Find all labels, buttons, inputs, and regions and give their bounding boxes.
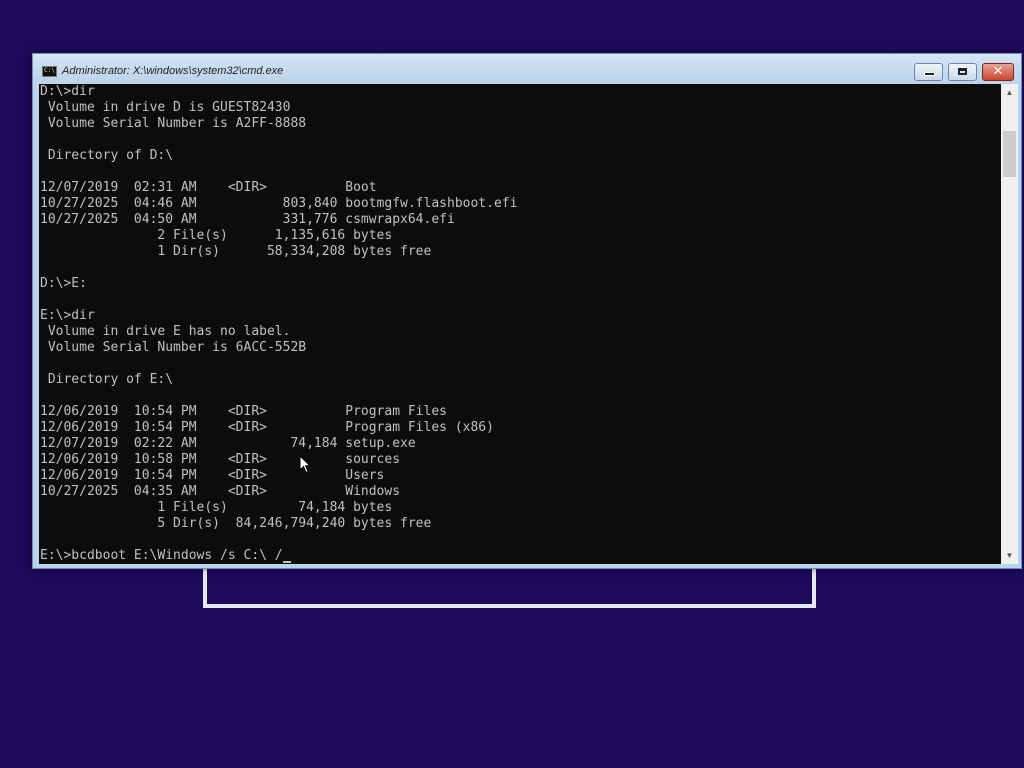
console-line: Directory of E:\ bbox=[40, 372, 174, 387]
console-line: 2 File(s) 1,135,616 bytes bbox=[40, 228, 393, 243]
scroll-thumb[interactable] bbox=[1003, 131, 1016, 177]
console-line: Directory of D:\ bbox=[40, 148, 174, 163]
console-lines: D:\>dir Volume in drive D is GUEST82430 … bbox=[40, 84, 517, 564]
console-line: 12/07/2019 02:31 AM <DIR> Boot bbox=[40, 180, 377, 195]
mouse-pointer-icon bbox=[299, 455, 311, 474]
minimize-icon bbox=[924, 72, 935, 76]
console-line: D:\>E: bbox=[40, 276, 87, 291]
console-line: 10/27/2025 04:35 AM <DIR> Windows bbox=[40, 484, 401, 499]
console-line: 1 Dir(s) 58,334,208 bytes free bbox=[40, 244, 432, 259]
console-line: 12/07/2019 02:22 AM 74,184 setup.exe bbox=[40, 436, 416, 451]
console-line: Volume in drive E has no label. bbox=[40, 324, 291, 339]
close-icon: ✕ bbox=[992, 64, 1004, 79]
window-title: Administrator: X:\windows\system32\cmd.e… bbox=[62, 65, 284, 77]
maximize-button[interactable] bbox=[948, 63, 977, 81]
scroll-down-arrow-icon[interactable]: ▼ bbox=[1001, 547, 1018, 564]
title-bar[interactable]: C:\ Administrator: X:\windows\system32\c… bbox=[33, 54, 1021, 84]
console-line: 10/27/2025 04:46 AM 803,840 bootmgfw.fla… bbox=[40, 196, 518, 211]
minimize-button[interactable] bbox=[914, 63, 943, 81]
console-line: E:\>dir bbox=[40, 308, 95, 323]
console-line: 12/06/2019 10:54 PM <DIR> Users bbox=[40, 468, 385, 483]
console-line: 12/06/2019 10:54 PM <DIR> Program Files … bbox=[40, 420, 494, 435]
console-icon: C:\ bbox=[42, 66, 57, 77]
cmd-window: C:\ Administrator: X:\windows\system32\c… bbox=[32, 53, 1022, 569]
console-icon-label: C:\ bbox=[44, 67, 55, 74]
console-line: 12/06/2019 10:54 PM <DIR> Program Files bbox=[40, 404, 447, 419]
setup-dialog-frame bbox=[203, 566, 816, 608]
vertical-scrollbar[interactable]: ▲ ▼ bbox=[1001, 84, 1018, 564]
console-line: 10/27/2025 04:50 AM 331,776 csmwrapx64.e… bbox=[40, 212, 455, 227]
scroll-up-arrow-icon[interactable]: ▲ bbox=[1001, 84, 1018, 101]
console-output[interactable]: D:\>dir Volume in drive D is GUEST82430 … bbox=[39, 84, 1001, 564]
console-line: Volume Serial Number is 6ACC-552B bbox=[40, 340, 307, 355]
text-caret bbox=[282, 561, 291, 563]
console-line: Volume in drive D is GUEST82430 bbox=[40, 100, 291, 115]
maximize-icon bbox=[958, 68, 967, 75]
console-line: 1 File(s) 74,184 bytes bbox=[40, 500, 393, 515]
close-button[interactable]: ✕ bbox=[982, 63, 1014, 81]
command-input[interactable]: E:\>bcdboot E:\Windows /s C:\ / bbox=[40, 548, 283, 564]
command-prompt-line[interactable]: E:\>bcdboot E:\Windows /s C:\ / bbox=[40, 548, 517, 564]
console-line: D:\>dir bbox=[40, 84, 95, 99]
console-line: 5 Dir(s) 84,246,794,240 bytes free bbox=[40, 516, 432, 531]
console-line: Volume Serial Number is A2FF-8888 bbox=[40, 116, 307, 131]
console-line: 12/06/2019 10:58 PM <DIR> sources bbox=[40, 452, 401, 467]
